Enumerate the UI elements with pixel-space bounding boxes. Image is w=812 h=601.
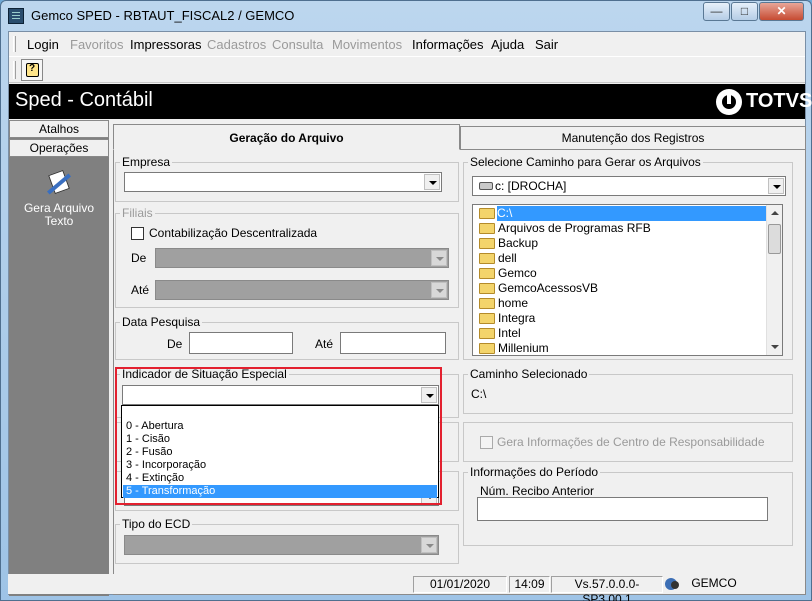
- chevron-down-icon[interactable]: [424, 174, 440, 190]
- status-version: Vs.57.0.0.0-SP3.00.1: [551, 576, 663, 601]
- chevron-down-icon: [421, 537, 437, 553]
- minimize-button[interactable]: —: [703, 2, 730, 21]
- recibo-label: Núm. Recibo Anterior: [480, 484, 595, 498]
- folder-icon: [479, 298, 495, 309]
- pen-document-icon: [43, 166, 75, 198]
- menu-consulta[interactable]: Consulta: [272, 37, 323, 52]
- folder-item[interactable]: home: [477, 296, 767, 311]
- close-button[interactable]: ✕: [759, 2, 804, 21]
- filial-de-label: De: [131, 251, 147, 265]
- sidebar-item-gera-arquivo[interactable]: Gera Arquivo Texto: [9, 166, 109, 228]
- folder-item[interactable]: Integra: [477, 311, 767, 326]
- menu-sair[interactable]: Sair: [535, 37, 558, 52]
- menu-cadastros[interactable]: Cadastros: [207, 37, 266, 52]
- menu-movimentos[interactable]: Movimentos: [332, 37, 402, 52]
- totvs-logo-icon: [716, 89, 742, 115]
- caminho-selecionado-value: C:\: [471, 387, 487, 401]
- chevron-down-icon: [431, 250, 447, 266]
- folder-item[interactable]: Millenium: [477, 341, 767, 355]
- toolbar: [9, 56, 805, 83]
- descentralizada-label: Contabilização Descentralizada: [149, 226, 318, 240]
- menu-favoritos[interactable]: Favoritos: [70, 37, 123, 52]
- title-bar: Gemco SPED - RBTAUT_FISCAL2 / GEMCO — □ …: [1, 1, 811, 31]
- status-date: 01/01/2020: [413, 576, 507, 593]
- menu-grip: [13, 36, 16, 52]
- filial-ate-label: Até: [131, 283, 150, 297]
- menu-login[interactable]: Login: [27, 37, 59, 52]
- centro-resp-checkbox[interactable]: [480, 436, 493, 449]
- folder-icon: [479, 238, 495, 249]
- folder-icon: [479, 328, 495, 339]
- folder-item[interactable]: dell: [477, 251, 767, 266]
- descentralizada-checkbox[interactable]: [131, 227, 144, 240]
- scroll-down-icon[interactable]: [767, 339, 782, 355]
- scroll-up-icon[interactable]: [767, 205, 782, 221]
- status-time: 14:09: [509, 576, 550, 593]
- filial-ate-combo[interactable]: [155, 280, 449, 300]
- empresa-combo[interactable]: [124, 172, 442, 192]
- toolbar-grip: [13, 61, 16, 79]
- folder-item[interactable]: Intel: [477, 326, 767, 341]
- highlight-annotation: [115, 367, 442, 505]
- chevron-down-icon[interactable]: [768, 178, 784, 194]
- folder-item[interactable]: Arquivos de Programas RFB: [477, 221, 767, 236]
- centro-resp-label: Gera Informações de Centro de Responsabi…: [497, 435, 765, 449]
- folder-item[interactable]: Gemco: [477, 266, 767, 281]
- sidebar-tab-atalhos[interactable]: Atalhos: [9, 120, 109, 138]
- folder-item-selected[interactable]: [477, 206, 499, 221]
- sidebar-item-label: Gera Arquivo Texto: [23, 201, 95, 228]
- folder-icon: [479, 313, 495, 324]
- drive-combo[interactable]: c: [DROCHA]: [472, 176, 786, 196]
- tipo-ecd-combo[interactable]: [124, 535, 439, 555]
- status-bar: 01/01/2020 14:09 Vs.57.0.0.0-SP3.00.1 GE…: [8, 574, 804, 601]
- menu-bar: Login Favoritos Impressoras Cadastros Co…: [9, 32, 805, 56]
- menu-informacoes[interactable]: Informações: [412, 37, 484, 52]
- app-icon: [8, 8, 24, 24]
- folder-icon: [479, 268, 495, 279]
- folder-list-scrollbar[interactable]: [766, 205, 782, 355]
- folder-item[interactable]: Backup: [477, 236, 767, 251]
- folder-icon: [479, 283, 495, 294]
- folder-icon: [479, 253, 495, 264]
- drive-icon: [479, 182, 493, 190]
- folder-icon: [479, 343, 495, 354]
- user-icon: [664, 577, 680, 591]
- data-ate-label: Até: [315, 337, 334, 351]
- window-title: Gemco SPED - RBTAUT_FISCAL2 / GEMCO: [31, 8, 295, 23]
- maximize-button[interactable]: □: [731, 2, 758, 21]
- help-icon[interactable]: [21, 59, 43, 81]
- menu-impressoras[interactable]: Impressoras: [130, 37, 202, 52]
- sidebar-tab-operacoes[interactable]: Operações: [9, 139, 109, 157]
- caminho-selecionado-group: Caminho Selecionado: [463, 367, 793, 414]
- status-user: GEMCO: [691, 576, 737, 590]
- module-title: Sped - Contábil: [15, 89, 153, 111]
- module-header: Sped - Contábil TOTVS: [9, 84, 812, 119]
- sidebar: Atalhos Operações Gera Arquivo Texto: [9, 120, 109, 596]
- recibo-input[interactable]: [477, 497, 768, 521]
- data-de-label: De: [167, 337, 183, 351]
- data-ate-input[interactable]: [340, 332, 446, 354]
- scroll-thumb[interactable]: [768, 224, 781, 254]
- tab-geracao-arquivo[interactable]: Geração do Arquivo: [113, 124, 460, 150]
- folder-item[interactable]: GemcoAcessosVB: [477, 281, 767, 296]
- folder-item-label-selected[interactable]: C:\: [497, 206, 767, 221]
- data-de-input[interactable]: [189, 332, 293, 354]
- chevron-down-icon: [431, 282, 447, 298]
- menu-ajuda[interactable]: Ajuda: [491, 37, 524, 52]
- tab-manutencao-registros[interactable]: Manutenção dos Registros: [460, 126, 806, 149]
- folder-icon: [479, 223, 495, 234]
- filial-de-combo[interactable]: [155, 248, 449, 268]
- folder-open-icon: [479, 208, 495, 219]
- folder-list[interactable]: C:\ Arquivos de Programas RFB Backup del…: [472, 204, 783, 356]
